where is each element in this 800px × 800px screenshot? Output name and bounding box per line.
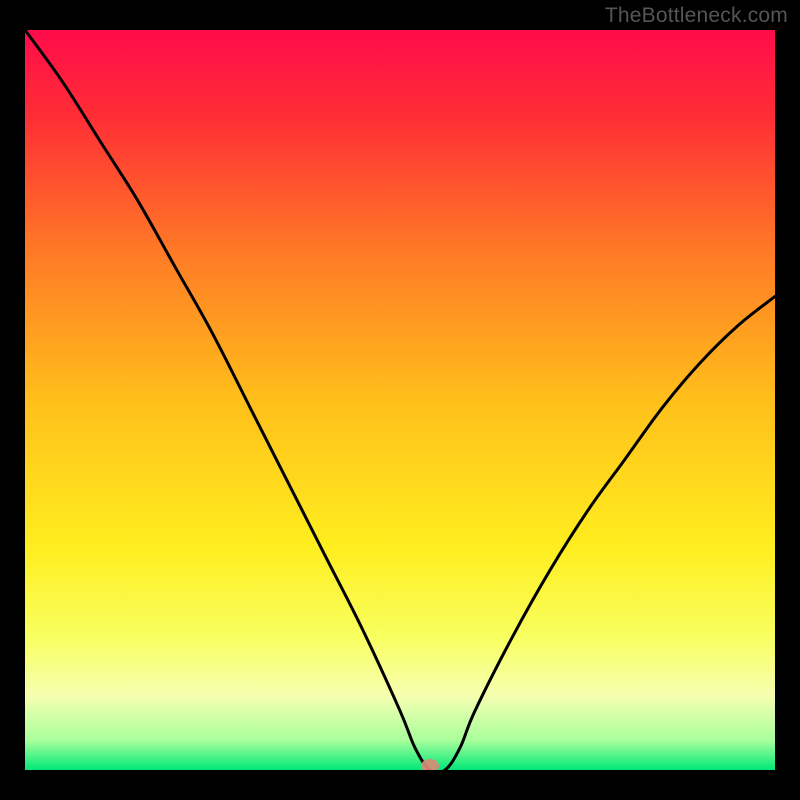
plot-svg <box>25 30 775 770</box>
watermark-text: TheBottleneck.com <box>605 4 788 28</box>
gradient-background <box>25 30 775 770</box>
chart-frame: TheBottleneck.com <box>0 0 800 800</box>
bottleneck-plot <box>25 30 775 770</box>
